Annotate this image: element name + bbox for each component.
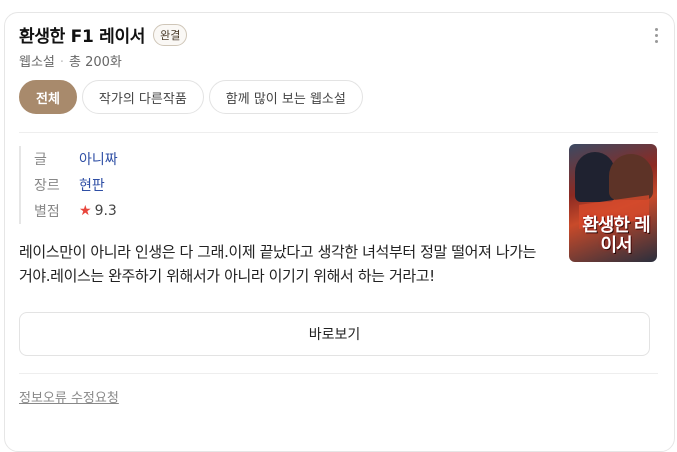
cover-figure-right (609, 154, 653, 200)
title-row: 환생한 F1 레이서 완결 (19, 22, 188, 47)
status-badge: 완결 (153, 23, 188, 46)
episode-count: 총 200화 (69, 55, 122, 70)
author-link[interactable]: 아니짜 (79, 149, 118, 169)
divider (19, 132, 658, 133)
cover-title-art: 환생한 레이서 (582, 215, 651, 256)
rating-value-wrap: ★ 9.3 (79, 203, 117, 219)
page-title: 환생한 F1 레이서 (19, 27, 146, 47)
view-button[interactable]: 바로보기 (19, 312, 650, 356)
tab-related-novels[interactable]: 함께 많이 보는 웹소설 (208, 80, 363, 114)
platform-label: 웹소설 (19, 55, 55, 70)
author-key: 글 (34, 152, 47, 168)
rating-key: 별점 (34, 204, 60, 220)
tab-author-works[interactable]: 작가의 다른작품 (81, 80, 204, 114)
star-icon: ★ (79, 203, 92, 219)
info-row-rating: 별점 ★ 9.3 (34, 198, 118, 224)
tab-all[interactable]: 전체 (19, 80, 77, 114)
report-error-link[interactable]: 정보오류 수정요청 (19, 387, 119, 406)
info-list: 글 아니짜 장르 현판 별점 ★ 9.3 (19, 146, 118, 224)
genre-link[interactable]: 현판 (79, 175, 105, 195)
divider (19, 373, 658, 374)
genre-key: 장르 (34, 178, 60, 194)
rating-value: 9.3 (94, 203, 117, 219)
info-row-genre: 장르 현판 (34, 172, 118, 198)
tab-bar: 전체 작가의 다른작품 함께 많이 보는 웹소설 (19, 80, 363, 114)
more-vertical-icon[interactable] (655, 28, 659, 43)
separator: · (59, 55, 65, 70)
description: 레이스만이 아니라 인생은 다 그래.이제 끝났다고 생각한 녀석부터 정말 떨… (19, 243, 537, 285)
cover-image[interactable]: 환생한 레이서 (569, 144, 657, 262)
info-row-author: 글 아니짜 (34, 146, 118, 172)
subtitle: 웹소설 · 총 200화 (19, 51, 122, 70)
